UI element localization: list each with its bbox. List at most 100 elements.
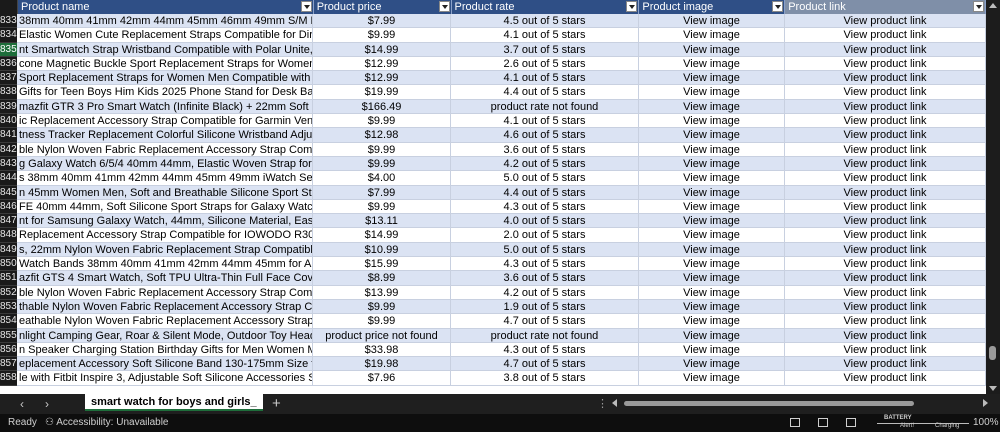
cell-product-link[interactable]: View product link	[785, 128, 986, 143]
cell-product-name[interactable]: mazfit GTR 3 Pro Smart Watch (Infinite B…	[17, 99, 313, 115]
cell-product-price[interactable]: $33.98	[313, 342, 451, 358]
normal-view-icon[interactable]	[790, 418, 800, 427]
cell-product-link[interactable]: View product link	[785, 71, 986, 86]
cell-product-name[interactable]: azfit GTS 4 Smart Watch, Soft TPU Ultra-…	[17, 271, 313, 286]
cell-product-link[interactable]: View product link	[785, 56, 986, 72]
cell-product-image[interactable]: View image	[639, 357, 785, 372]
cell-product-link[interactable]: View product link	[785, 114, 986, 129]
cell-product-price[interactable]: $14.99	[313, 42, 451, 57]
cell-product-link[interactable]: View product link	[785, 99, 986, 115]
row-number[interactable]: 844	[0, 171, 17, 186]
cell-product-name[interactable]: nt Smartwatch Strap Wristband Compatible…	[17, 42, 313, 57]
cell-product-name[interactable]: eplacement Accessory Soft Silicone Band …	[17, 357, 313, 372]
cell-product-rate[interactable]: 3.6 out of 5 stars	[451, 142, 639, 157]
vertical-scrollbar[interactable]	[986, 0, 1000, 394]
row-number[interactable]: 851	[0, 271, 17, 286]
cell-product-rate[interactable]: 4.1 out of 5 stars	[451, 114, 639, 129]
cell-product-rate[interactable]: 4.3 out of 5 stars	[451, 342, 639, 358]
cell-product-image[interactable]: View image	[639, 156, 785, 172]
cell-product-name[interactable]: FE 40mm 44mm, Soft Silicone Sport Straps…	[17, 199, 313, 215]
cell-product-rate[interactable]: 5.0 out of 5 stars	[451, 242, 639, 258]
cell-product-image[interactable]: View image	[639, 228, 785, 243]
tab-split-handle-icon[interactable]: ⋮	[597, 397, 608, 410]
scroll-left-arrow-icon[interactable]	[612, 399, 617, 407]
cell-product-name[interactable]: nt for Samsung Galaxy Watch, 44mm, Silic…	[17, 214, 313, 229]
cell-product-link[interactable]: View product link	[785, 342, 986, 358]
cell-product-link[interactable]: View product link	[785, 285, 986, 300]
column-header-product-rate[interactable]: Product rate	[451, 0, 640, 14]
cell-product-rate[interactable]: 4.3 out of 5 stars	[451, 199, 639, 215]
cell-product-rate[interactable]: 4.1 out of 5 stars	[451, 71, 639, 86]
cell-product-rate[interactable]: 1.9 out of 5 stars	[451, 299, 639, 315]
page-break-preview-icon[interactable]	[846, 418, 856, 427]
row-number[interactable]: 836	[0, 56, 17, 72]
cell-product-link[interactable]: View product link	[785, 271, 986, 286]
cell-product-image[interactable]: View image	[639, 85, 785, 100]
row-number[interactable]: 835	[0, 42, 17, 57]
cell-product-price[interactable]: $14.99	[313, 228, 451, 243]
cell-product-name[interactable]: n 45mm Women Men, Soft and Breathable Si…	[17, 185, 313, 200]
cell-product-price[interactable]: $8.99	[313, 271, 451, 286]
row-number[interactable]: 852	[0, 285, 17, 300]
scroll-down-arrow-icon[interactable]	[989, 386, 997, 391]
cell-product-name[interactable]: Replacement Accessory Strap Compatible f…	[17, 228, 313, 243]
page-layout-view-icon[interactable]	[818, 418, 828, 427]
cell-product-rate[interactable]: 2.0 out of 5 stars	[451, 228, 639, 243]
cell-product-rate[interactable]: 4.4 out of 5 stars	[451, 185, 639, 200]
row-number[interactable]: 839	[0, 99, 17, 115]
cell-product-image[interactable]: View image	[639, 128, 785, 143]
cell-product-link[interactable]: View product link	[785, 85, 986, 100]
cell-product-image[interactable]: View image	[639, 99, 785, 115]
cell-product-rate[interactable]: 4.5 out of 5 stars	[451, 14, 639, 29]
cell-product-image[interactable]: View image	[639, 142, 785, 157]
cell-product-price[interactable]: $15.99	[313, 257, 451, 272]
row-number[interactable]: 856	[0, 342, 17, 358]
cell-product-price[interactable]: $7.99	[313, 185, 451, 200]
cell-product-image[interactable]: View image	[639, 14, 785, 29]
cell-product-price[interactable]: $9.99	[313, 299, 451, 315]
cell-product-price[interactable]: $12.99	[313, 56, 451, 72]
cell-product-price[interactable]: $13.99	[313, 285, 451, 300]
row-number[interactable]: 837	[0, 71, 17, 86]
cell-product-name[interactable]: Sport Replacement Straps for Women Men C…	[17, 71, 313, 86]
row-number[interactable]: 857	[0, 357, 17, 372]
cell-product-name[interactable]: g Galaxy Watch 6/5/4 40mm 44mm, Elastic …	[17, 156, 313, 172]
row-number[interactable]: 846	[0, 199, 17, 215]
filter-dropdown-icon[interactable]	[626, 1, 638, 12]
previous-sheet-arrow-icon[interactable]: ‹	[16, 397, 28, 411]
cell-product-name[interactable]: nlight Camping Gear, Roar & Silent Mode,…	[17, 328, 313, 343]
cell-product-rate[interactable]: 4.7 out of 5 stars	[451, 357, 639, 372]
cell-product-rate[interactable]: 4.4 out of 5 stars	[451, 85, 639, 100]
cell-product-price[interactable]: $13.11	[313, 214, 451, 229]
filter-dropdown-icon[interactable]	[772, 1, 784, 12]
cell-product-name[interactable]: Elastic Women Cute Replacement Straps Co…	[17, 28, 313, 43]
cell-product-image[interactable]: View image	[639, 371, 785, 386]
column-header-product-image[interactable]: Product image	[639, 0, 786, 14]
cell-product-link[interactable]: View product link	[785, 14, 986, 29]
row-number[interactable]: 847	[0, 214, 17, 229]
cell-product-rate[interactable]: 4.6 out of 5 stars	[451, 128, 639, 143]
row-number[interactable]: 834	[0, 28, 17, 43]
accessibility-status[interactable]: ⚇ Accessibility: Unavailable	[45, 414, 168, 432]
cell-product-image[interactable]: View image	[639, 271, 785, 286]
cell-product-image[interactable]: View image	[639, 314, 785, 329]
cell-product-price[interactable]: $19.99	[313, 85, 451, 100]
cell-product-name[interactable]: Gifts for Teen Boys Him Kids 2025 Phone …	[17, 85, 313, 100]
cell-product-link[interactable]: View product link	[785, 371, 986, 386]
cell-product-image[interactable]: View image	[639, 42, 785, 57]
cell-product-image[interactable]: View image	[639, 342, 785, 358]
row-number[interactable]: 858	[0, 371, 17, 386]
cell-product-link[interactable]: View product link	[785, 185, 986, 200]
select-all-corner[interactable]	[0, 0, 18, 14]
zoom-level[interactable]: 100%	[973, 414, 999, 432]
cell-product-price[interactable]: $7.96	[313, 371, 451, 386]
cell-product-rate[interactable]: 3.7 out of 5 stars	[451, 42, 639, 57]
cell-product-price[interactable]: $9.99	[313, 28, 451, 43]
cell-product-rate[interactable]: product rate not found	[451, 99, 639, 115]
row-number[interactable]: 848	[0, 228, 17, 243]
cell-product-name[interactable]: eathable Nylon Woven Fabric Replacement …	[17, 314, 313, 329]
cell-product-image[interactable]: View image	[639, 214, 785, 229]
cell-product-link[interactable]: View product link	[785, 42, 986, 57]
cell-product-image[interactable]: View image	[639, 328, 785, 343]
cell-product-image[interactable]: View image	[639, 185, 785, 200]
